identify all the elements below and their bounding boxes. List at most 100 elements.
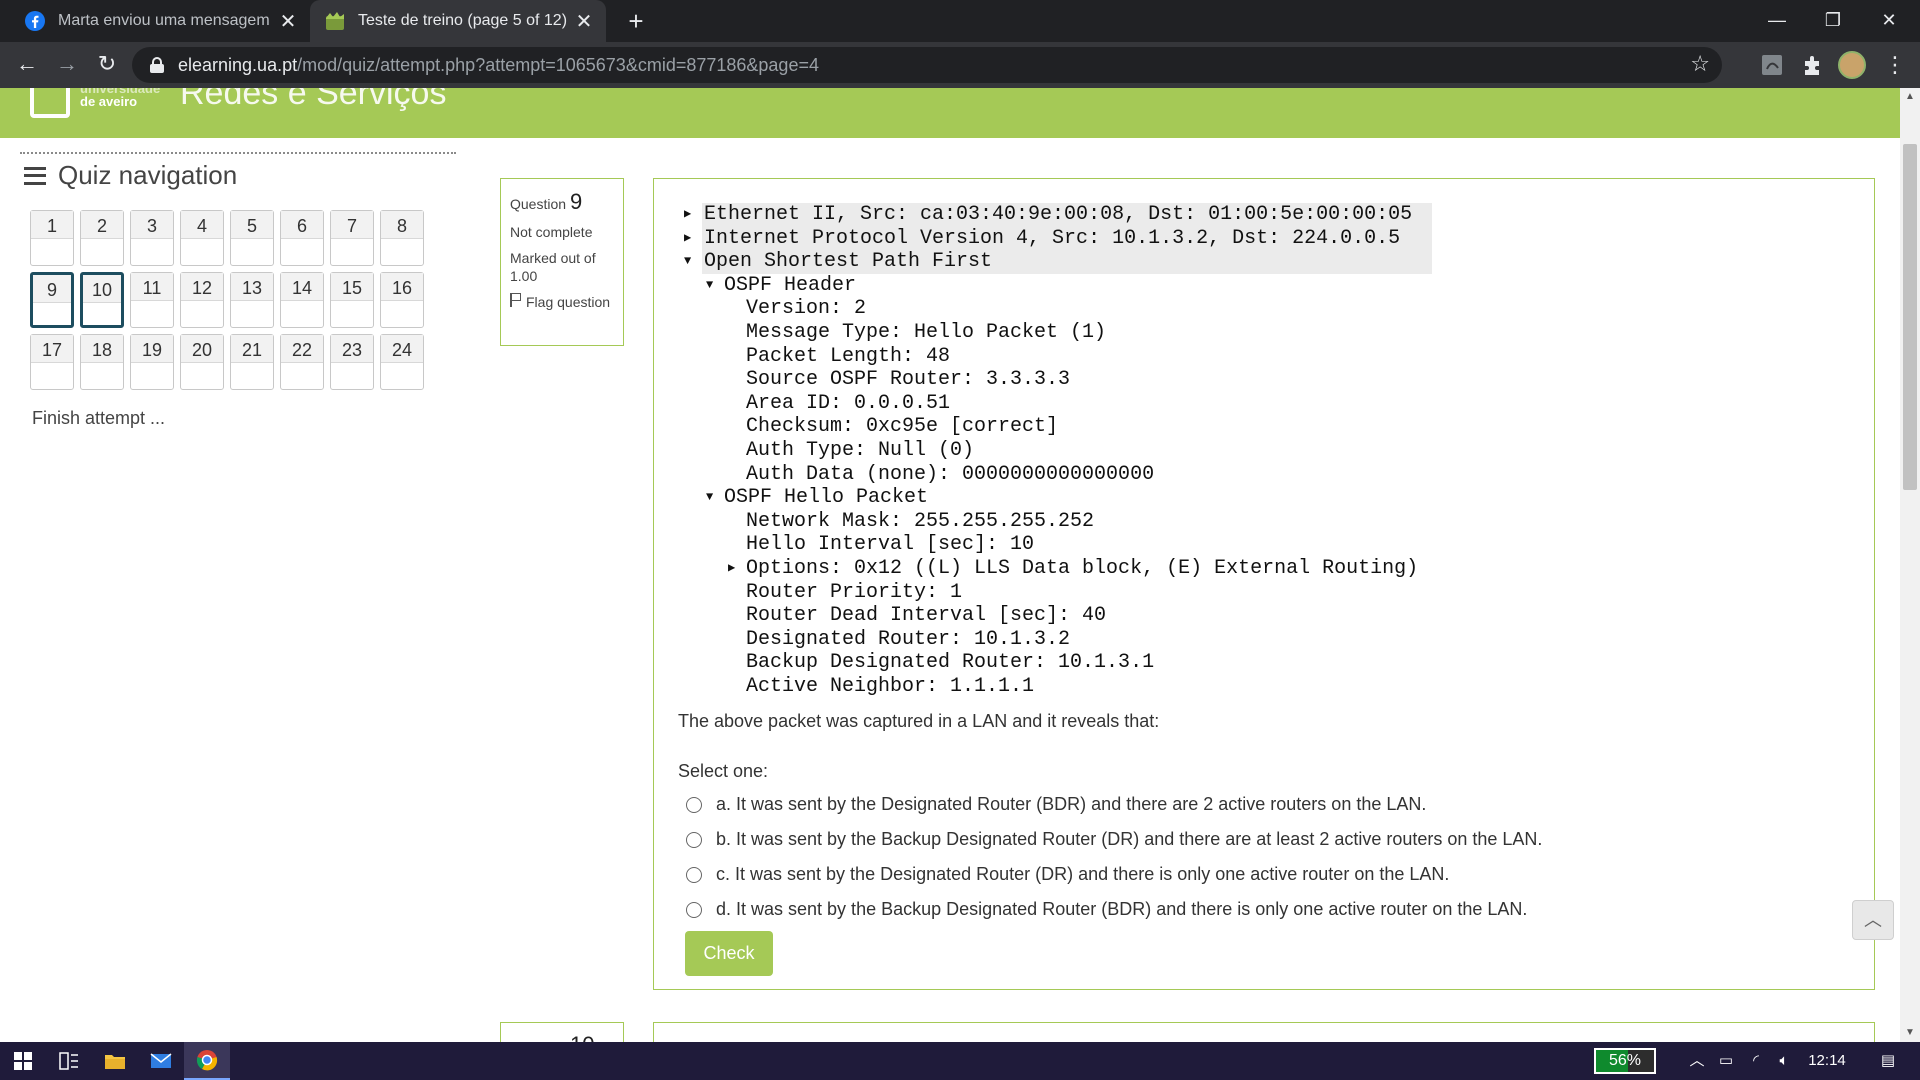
back-icon[interactable]: ← [12,50,42,80]
quiz-nav-button-9[interactable]: 9 [30,272,74,328]
answer-label[interactable]: c. It was sent by the Designated Router … [716,864,1449,885]
file-explorer-icon[interactable] [92,1042,138,1080]
answer-radio[interactable] [686,796,702,813]
browser-menu-icon[interactable]: ⋮ [1884,52,1906,78]
quiz-nav-button-17[interactable]: 17 [30,334,74,390]
quiz-nav-button-4[interactable]: 4 [180,210,224,266]
new-tab-button[interactable]: + [620,6,652,38]
packet-line[interactable]: ▼ OSPF Header [684,274,1432,298]
address-bar[interactable]: elearning.ua.pt/mod/quiz/attempt.php?att… [132,47,1722,83]
quiz-nav-button-24[interactable]: 24 [380,334,424,390]
quiz-nav-button-8[interactable]: 8 [380,210,424,266]
forward-icon[interactable]: → [52,50,82,80]
next-question-number: 10 [570,1032,594,1042]
pdf-extension-icon[interactable] [1760,52,1786,78]
page-scrollbar[interactable]: ▲ ▼ [1900,88,1920,1042]
answer-option[interactable]: c. It was sent by the Designated Router … [686,857,1542,892]
tab-title: Marta enviou uma mensagem para [58,12,274,29]
quiz-nav-button-20[interactable]: 20 [180,334,224,390]
clock[interactable]: 12:14 [1802,1042,1852,1080]
packet-line-text: Message Type: Hello Packet (1) [746,320,1107,344]
quiz-nav-button-18[interactable]: 18 [80,334,124,390]
quiz-navigation-grid: 1 2 3 4 5 6 7 8 9 10 11 12 13 14 15 16 17 18 19 20 21 22 23 24 [30,210,424,390]
expanded-arrow-icon[interactable]: ▼ [706,486,724,510]
chrome-taskbar-icon[interactable] [184,1042,230,1080]
finish-attempt-link[interactable]: Finish attempt ... [32,408,165,429]
packet-line[interactable]: ▶ Options: 0x12 ((L) LLS Data block, (E) … [684,557,1432,581]
answer-option[interactable]: a. It was sent by the Designated Router … [686,787,1542,822]
answer-label[interactable]: a. It was sent by the Designated Router … [716,794,1426,815]
browser-tab-facebook[interactable]: Marta enviou uma mensagem para ✕ [0,0,310,42]
quiz-nav-button-19[interactable]: 19 [130,334,174,390]
profile-avatar[interactable] [1838,51,1866,79]
restore-icon[interactable]: ❐ [1802,0,1864,42]
wifi-icon[interactable]: ◜ [1742,1042,1770,1080]
quiz-nav-button-14[interactable]: 14 [280,272,324,328]
quiz-nav-button-5[interactable]: 5 [230,210,274,266]
scroll-up-icon[interactable]: ▲ [1900,88,1920,106]
answer-radio[interactable] [686,831,702,848]
minimize-icon[interactable]: — [1746,0,1808,42]
quiz-nav-button-21[interactable]: 21 [230,334,274,390]
nav-divider [20,152,456,154]
answer-radio[interactable] [686,866,702,883]
quiz-nav-button-15[interactable]: 15 [330,272,374,328]
collapsed-arrow-icon[interactable]: ▶ [728,557,746,581]
course-title: Redes e Serviços [180,88,447,112]
notifications-icon[interactable]: ▤ [1870,1042,1906,1080]
packet-line[interactable]: ▼ OSPF Hello Packet [684,486,1432,510]
browser-tab-quiz[interactable]: Teste de treino (page 5 of 12) ✕ [310,0,606,42]
tab-close-icon[interactable]: ✕ [570,9,598,34]
answer-option[interactable]: b. It was sent by the Backup Designated … [686,822,1542,857]
quiz-nav-button-23[interactable]: 23 [330,334,374,390]
quiz-nav-button-7[interactable]: 7 [330,210,374,266]
start-button[interactable] [0,1042,46,1080]
answer-label[interactable]: b. It was sent by the Backup Designated … [716,829,1542,850]
tray-expand-icon[interactable]: ︿ [1686,1042,1708,1080]
quiz-nav-button-number: 8 [381,211,423,239]
task-view-icon[interactable] [46,1042,92,1080]
tab-close-icon[interactable]: ✕ [274,9,302,34]
packet-line[interactable]: ▶ Internet Protocol Version 4, Src: 10.1.… [684,226,1432,251]
packet-line[interactable]: ▼ Open Shortest Path First [684,250,1432,274]
volume-icon[interactable]: 🔈︎ [1770,1042,1798,1080]
reload-icon[interactable]: ↻ [92,50,122,80]
quiz-nav-button-number: 12 [181,273,223,301]
university-logo[interactable] [30,88,70,118]
quiz-nav-button-number: 1 [31,211,73,239]
answer-option[interactable]: d. It was sent by the Backup Designated … [686,892,1542,927]
check-button[interactable]: Check [685,931,773,976]
quiz-nav-button-13[interactable]: 13 [230,272,274,328]
expanded-arrow-icon[interactable]: ▼ [706,274,724,298]
packet-line[interactable]: ▶ Ethernet II, Src: ca:03:40:9e:00:08, Ds… [684,203,1432,227]
quiz-nav-button-number: 7 [331,211,373,239]
scroll-down-icon[interactable]: ▼ [1900,1024,1920,1042]
flag-question-link[interactable]: Flag question [510,293,614,311]
quiz-nav-button-2[interactable]: 2 [80,210,124,266]
bookmark-star-icon[interactable]: ☆ [1690,51,1710,77]
quiz-nav-button-12[interactable]: 12 [180,272,224,328]
expanded-arrow-icon[interactable]: ▼ [684,250,702,274]
extensions-puzzle-icon[interactable] [1800,52,1826,78]
quiz-nav-button-1[interactable]: 1 [30,210,74,266]
packet-line: Auth Type: Null (0) [684,439,1432,463]
battery-indicator[interactable]: 56% [1594,1048,1656,1074]
answer-radio[interactable] [686,901,702,918]
quiz-nav-button-11[interactable]: 11 [130,272,174,328]
scrollbar-thumb[interactable] [1903,144,1917,490]
answer-label[interactable]: d. It was sent by the Backup Designated … [716,899,1527,920]
collapsed-arrow-icon[interactable]: ▶ [684,203,702,227]
quiz-navigation-title[interactable]: Quiz navigation [24,160,237,191]
quiz-nav-button-10[interactable]: 10 [80,272,124,328]
quiz-nav-button-number: 17 [31,335,73,363]
close-window-icon[interactable]: ✕ [1858,0,1920,42]
mail-icon[interactable] [138,1042,184,1080]
quiz-nav-button-16[interactable]: 16 [380,272,424,328]
battery-tray-icon[interactable]: ▭ [1712,1042,1740,1080]
quiz-nav-button-22[interactable]: 22 [280,334,324,390]
collapsed-arrow-icon[interactable]: ▶ [684,227,702,251]
back-to-top-button[interactable]: ︿ [1852,900,1894,940]
quiz-nav-button-3[interactable]: 3 [130,210,174,266]
quiz-nav-button-6[interactable]: 6 [280,210,324,266]
quiz-nav-button-number: 21 [231,335,273,363]
